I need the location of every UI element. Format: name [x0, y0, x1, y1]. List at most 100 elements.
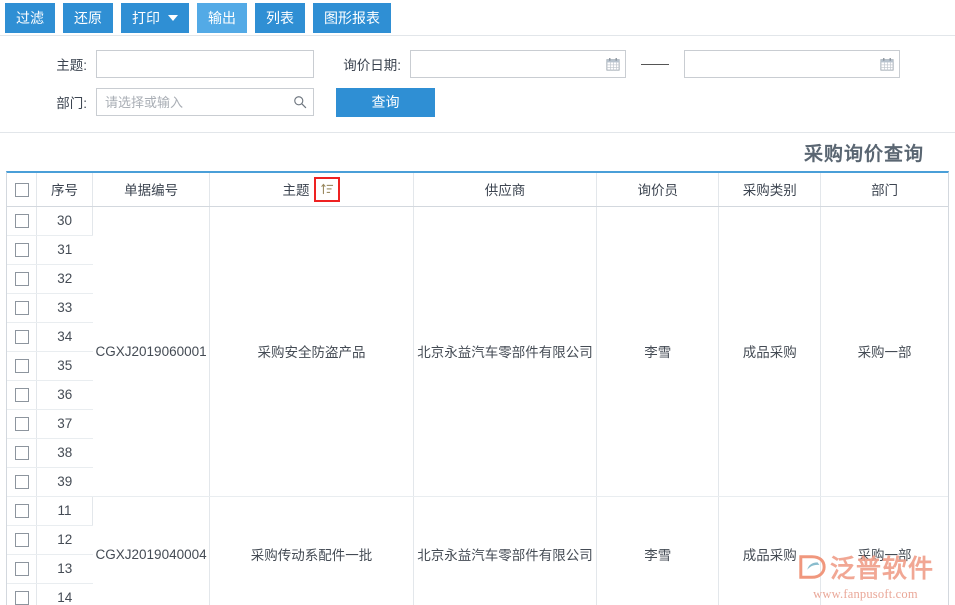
row-checkbox[interactable] [15, 591, 29, 605]
date-start-input[interactable] [410, 50, 626, 78]
column-header-seq-label: 序号 [51, 179, 78, 199]
row-sequence-number: 31 [37, 235, 93, 264]
row-purchase-category: 成品采购 [719, 206, 821, 496]
export-button-label: 输出 [208, 3, 236, 33]
row-select-cell [7, 583, 37, 605]
page-title: 采购询价查询 [804, 139, 924, 166]
chart-report-button-label: 图形报表 [324, 3, 380, 33]
row-select-cell [7, 380, 37, 409]
row-sequence-number: 37 [37, 409, 93, 438]
sort-ascending-icon[interactable] [321, 183, 334, 195]
column-header-dept-label: 部门 [871, 179, 898, 199]
row-sequence-number: 32 [37, 264, 93, 293]
row-sequence-number: 12 [37, 525, 93, 554]
row-checkbox[interactable] [15, 301, 29, 315]
column-header-category[interactable]: 采购类别 [719, 173, 821, 206]
row-checkbox[interactable] [15, 359, 29, 373]
row-select-cell [7, 293, 37, 322]
row-select-cell [7, 496, 37, 525]
column-header-dept-inner: 部门 [871, 179, 898, 199]
chart-report-button[interactable]: 图形报表 [313, 3, 391, 33]
search-form-row-1: 主题: 询价日期: [0, 45, 955, 83]
results-table: 序号 单据编号 主题 供应商 询价员 采购类别 部门 30CGXJ2019060001采购安… [7, 173, 948, 605]
table-body: 30CGXJ2019060001采购安全防盗产品北京永益汽车零部件有限公司李雪成… [7, 206, 948, 605]
row-document-code[interactable]: CGXJ2019060001 [93, 206, 210, 496]
row-checkbox[interactable] [15, 243, 29, 257]
column-header-supplier-label: 供应商 [485, 179, 526, 199]
row-purchase-category: 成品采购 [719, 496, 821, 605]
column-header-code-inner: 单据编号 [124, 179, 178, 199]
export-button[interactable]: 输出 [197, 3, 247, 33]
department-select-wrapper [96, 88, 314, 116]
row-inquirer[interactable]: 李雪 [597, 496, 719, 605]
table-header-row: 序号 单据编号 主题 供应商 询价员 采购类别 部门 [7, 173, 948, 206]
date-end-input[interactable] [684, 50, 900, 78]
row-supplier[interactable]: 北京永益汽车零部件有限公司 [413, 496, 596, 605]
row-select-cell [7, 264, 37, 293]
row-sequence-number: 30 [37, 206, 93, 235]
row-checkbox[interactable] [15, 330, 29, 344]
results-table-container: 序号 单据编号 主题 供应商 询价员 采购类别 部门 30CGXJ2019060001采购安… [6, 171, 949, 605]
row-checkbox[interactable] [15, 562, 29, 576]
column-header-dept[interactable]: 部门 [821, 173, 948, 206]
column-header-category-label: 采购类别 [743, 179, 797, 199]
column-header-inquirer-label: 询价员 [637, 179, 678, 199]
column-header-subject-label: 主题 [282, 179, 309, 199]
list-button[interactable]: 列表 [255, 3, 305, 33]
row-select-cell [7, 525, 37, 554]
row-select-cell [7, 467, 37, 496]
row-sequence-number: 13 [37, 554, 93, 583]
select-all-header-cell [7, 173, 37, 206]
row-sequence-number: 34 [37, 322, 93, 351]
row-sequence-number: 33 [37, 293, 93, 322]
row-select-cell [7, 235, 37, 264]
toolbar: 过滤还原打印 输出列表图形报表 [0, 0, 955, 36]
row-checkbox[interactable] [15, 388, 29, 402]
inquiry-date-label: 询价日期: [314, 54, 410, 74]
row-checkbox[interactable] [15, 533, 29, 547]
column-header-subject[interactable]: 主题 [210, 173, 414, 206]
date-start-wrapper [410, 50, 626, 78]
filter-button[interactable]: 过滤 [5, 3, 55, 33]
row-inquirer[interactable]: 李雪 [597, 206, 719, 496]
subject-input[interactable] [96, 50, 314, 78]
column-header-subject-inner: 主题 [282, 177, 340, 202]
row-sequence-number: 36 [37, 380, 93, 409]
row-select-cell [7, 438, 37, 467]
row-checkbox[interactable] [15, 446, 29, 460]
print-button[interactable]: 打印 [121, 3, 189, 33]
row-checkbox[interactable] [15, 272, 29, 286]
department-label: 部门: [0, 92, 96, 112]
column-header-seq[interactable]: 序号 [37, 173, 93, 206]
row-sequence-number: 14 [37, 583, 93, 605]
row-department: 采购一部 [821, 206, 948, 496]
row-sequence-number: 39 [37, 467, 93, 496]
column-header-code[interactable]: 单据编号 [93, 173, 210, 206]
table-head: 序号 单据编号 主题 供应商 询价员 采购类别 部门 [7, 173, 948, 206]
date-range-separator [640, 64, 670, 65]
column-header-supplier-inner: 供应商 [485, 179, 526, 199]
column-header-supplier[interactable]: 供应商 [413, 173, 596, 206]
table-row[interactable]: 30CGXJ2019060001采购安全防盗产品北京永益汽车零部件有限公司李雪成… [7, 206, 948, 235]
chevron-down-icon [168, 15, 178, 21]
select-all-checkbox[interactable] [15, 183, 29, 197]
row-checkbox[interactable] [15, 504, 29, 518]
row-checkbox[interactable] [15, 214, 29, 228]
search-form-row-2: 部门: 查询 [0, 83, 955, 121]
query-button[interactable]: 查询 [336, 88, 435, 117]
row-checkbox[interactable] [15, 475, 29, 489]
print-button-label: 打印 [132, 3, 160, 33]
row-checkbox[interactable] [15, 417, 29, 431]
search-form: 主题: 询价日期: [0, 36, 955, 133]
column-header-inquirer[interactable]: 询价员 [597, 173, 719, 206]
restore-button[interactable]: 还原 [63, 3, 113, 33]
row-subject[interactable]: 采购传动系配件一批 [210, 496, 414, 605]
department-input[interactable] [96, 88, 314, 116]
row-supplier[interactable]: 北京永益汽车零部件有限公司 [413, 206, 596, 496]
row-select-cell [7, 351, 37, 380]
row-subject[interactable]: 采购安全防盗产品 [210, 206, 414, 496]
row-document-code[interactable]: CGXJ2019040004 [93, 496, 210, 605]
table-row[interactable]: 11CGXJ2019040004采购传动系配件一批北京永益汽车零部件有限公司李雪… [7, 496, 948, 525]
column-header-code-label: 单据编号 [124, 179, 178, 199]
column-header-seq-inner: 序号 [51, 179, 78, 199]
